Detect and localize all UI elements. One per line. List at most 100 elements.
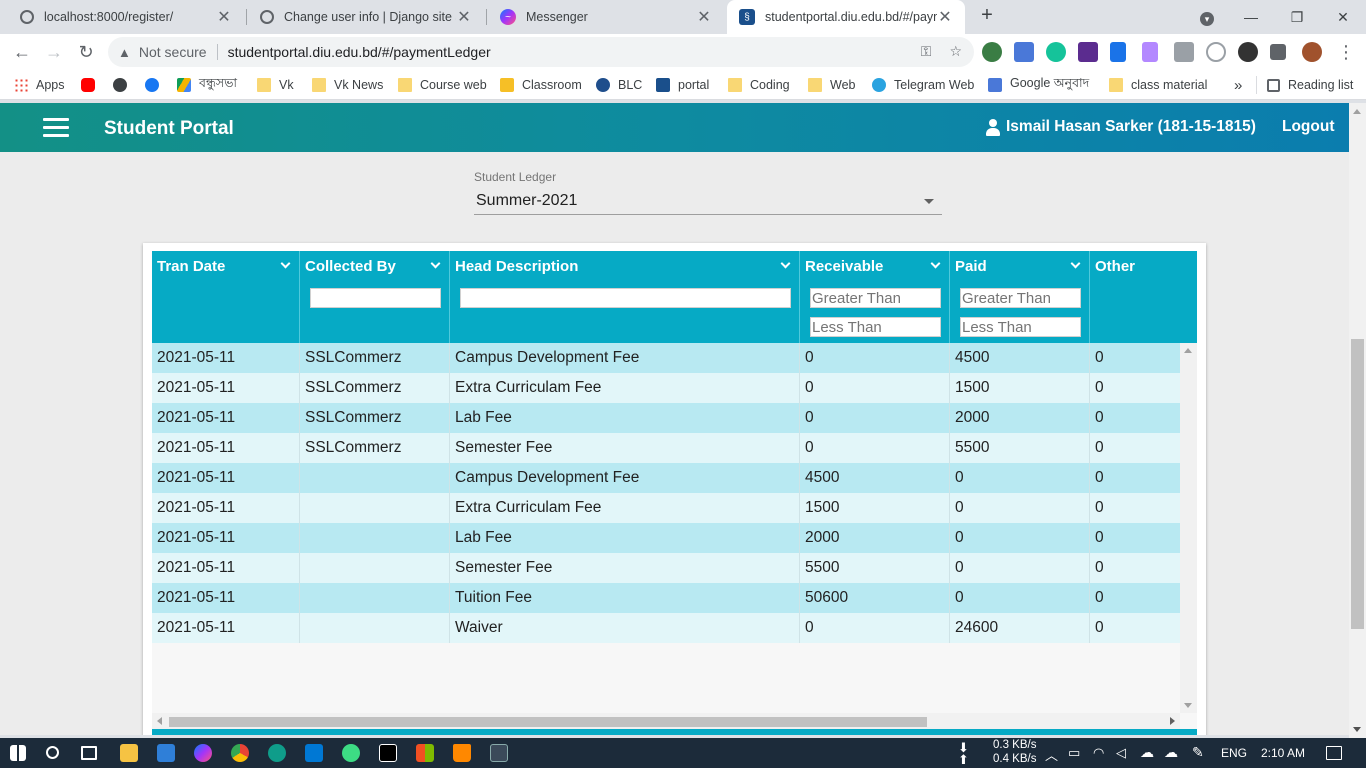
extension-dots-icon[interactable] (1238, 42, 1258, 62)
more-bookmarks-button[interactable]: » (1234, 76, 1242, 94)
close-icon[interactable]: ✕ (696, 7, 712, 27)
system-clock[interactable]: 2:10 AM (1261, 746, 1305, 760)
table-row[interactable]: 2021-05-11 SSLCommerz Semester Fee 0 550… (152, 433, 1180, 463)
security-status[interactable]: Not secure (139, 44, 207, 60)
bookmark-bondhushova[interactable]: বন্ধুসভা (177, 76, 237, 94)
app-brand[interactable]: Student Portal (104, 118, 234, 140)
close-icon[interactable]: ✕ (456, 7, 472, 27)
tab-search-icon[interactable]: ▾ (1184, 4, 1230, 30)
windows-start-icon[interactable] (10, 745, 26, 761)
column-header-paid[interactable]: Paid (950, 251, 1090, 343)
profile-avatar[interactable] (1302, 42, 1322, 62)
grammarly-icon[interactable] (1046, 42, 1066, 62)
page-vertical-scrollbar[interactable] (1349, 103, 1366, 738)
battery-icon[interactable]: ▭ (1068, 745, 1080, 761)
column-header-tran-date[interactable]: Tran Date (152, 251, 300, 343)
task-view-icon[interactable] (81, 746, 97, 760)
paid-greater-than-input[interactable] (960, 288, 1081, 308)
grid-horizontal-scrollbar[interactable] (152, 713, 1180, 729)
extension-v-icon[interactable] (1110, 42, 1126, 62)
receivable-greater-than-input[interactable] (810, 288, 941, 308)
reload-icon[interactable]: ↻ (74, 40, 98, 64)
bookmark-google-translate[interactable]: Google অনুবাদ (988, 76, 1089, 94)
bookmark-web[interactable]: Web (808, 76, 855, 94)
table-row[interactable]: 2021-05-11 Semester Fee 5500 0 0 (152, 553, 1180, 583)
scroll-right-icon[interactable] (1170, 717, 1175, 725)
close-icon[interactable]: ✕ (216, 7, 232, 27)
table-row[interactable]: 2021-05-11 Tuition Fee 50600 0 0 (152, 583, 1180, 613)
chrome-icon[interactable] (231, 744, 249, 762)
vlc-icon[interactable] (453, 744, 471, 762)
wifi-icon[interactable]: ◠ (1093, 745, 1104, 761)
tab-student-portal[interactable]: § studentportal.diu.edu.bd/#/paym ✕ (727, 0, 965, 34)
scroll-down-icon[interactable] (1184, 703, 1192, 708)
desktop-app-icon[interactable] (157, 744, 175, 762)
minimize-icon[interactable]: — (1228, 4, 1274, 30)
bookmark-globe[interactable] (113, 76, 135, 94)
pycharm-icon[interactable] (379, 744, 397, 762)
file-explorer-icon[interactable] (120, 744, 138, 762)
bookmark-portal[interactable]: portal (656, 76, 709, 94)
scrollbar-thumb[interactable] (169, 717, 927, 727)
warning-icon[interactable]: ▲ (118, 45, 131, 60)
extension-translate-icon[interactable] (1014, 42, 1034, 62)
url-text[interactable]: studentportal.diu.edu.bd/#/paymentLedger (228, 44, 491, 60)
input-language[interactable]: ENG (1221, 746, 1247, 760)
onedrive-icon[interactable]: ☁ (1164, 744, 1178, 761)
bookmark-vk[interactable]: Vk (257, 76, 294, 94)
grid-vertical-scrollbar[interactable] (1180, 343, 1197, 713)
bookmark-apps[interactable]: Apps (14, 76, 65, 94)
bookmark-class-material[interactable]: class material (1109, 76, 1207, 94)
extension-pen-icon[interactable] (1142, 42, 1158, 62)
hamburger-menu-icon[interactable] (43, 118, 69, 138)
edge-icon[interactable] (268, 744, 286, 762)
semester-select[interactable]: Summer-2021 (474, 189, 942, 215)
new-tab-button[interactable]: + (976, 5, 998, 27)
address-bar[interactable]: ▲ Not secure studentportal.diu.edu.bd/#/… (108, 37, 974, 67)
bookmark-facebook[interactable] (145, 76, 167, 94)
forward-icon[interactable]: → (42, 40, 66, 64)
menu-kebab-icon[interactable]: ⋮ (1334, 40, 1358, 64)
close-icon[interactable]: ✕ (937, 7, 953, 27)
office-icon[interactable] (416, 744, 434, 762)
bookmark-vk-news[interactable]: Vk News (312, 76, 383, 94)
column-menu-icon[interactable] (280, 258, 291, 269)
tab-messenger[interactable]: ~ Messenger ✕ (488, 0, 724, 34)
user-info[interactable]: Ismail Hasan Sarker (181-15-1815) (986, 118, 1256, 136)
table-row[interactable]: 2021-05-11 Campus Development Fee 4500 0… (152, 463, 1180, 493)
camera-icon[interactable] (1174, 42, 1194, 62)
column-menu-icon[interactable] (430, 258, 441, 269)
android-studio-icon[interactable] (342, 744, 360, 762)
collected-by-filter-input[interactable] (310, 288, 441, 308)
column-header-other[interactable]: Other (1090, 251, 1197, 343)
close-window-icon[interactable]: ✕ (1320, 4, 1366, 30)
bookmark-course-web[interactable]: Course web (398, 76, 487, 94)
receivable-less-than-input[interactable] (810, 317, 941, 337)
reading-list-button[interactable]: Reading list (1267, 76, 1353, 94)
table-row[interactable]: 2021-05-11 SSLCommerz Lab Fee 0 2000 0 (152, 403, 1180, 433)
scroll-left-icon[interactable] (157, 717, 162, 725)
head-description-filter-input[interactable] (460, 288, 791, 308)
pen-workspace-icon[interactable]: ✎ (1192, 744, 1204, 761)
table-row[interactable]: 2021-05-11 SSLCommerz Campus Development… (152, 343, 1180, 373)
extension-globe-icon[interactable] (982, 42, 1002, 62)
bookmark-youtube[interactable] (81, 76, 103, 94)
cloud-icon[interactable]: ☁ (1140, 744, 1154, 761)
column-header-collected-by[interactable]: Collected By (300, 251, 450, 343)
calculator-icon[interactable] (490, 744, 508, 762)
key-icon[interactable]: ⚿ (921, 43, 932, 60)
scroll-up-icon[interactable] (1184, 348, 1192, 353)
tab-register[interactable]: localhost:8000/register/ ✕ (8, 0, 244, 34)
vscode-icon[interactable] (305, 744, 323, 762)
restore-icon[interactable]: ❐ (1274, 4, 1320, 30)
tab-django-admin[interactable]: Change user info | Django site ac ✕ (248, 0, 484, 34)
back-icon[interactable]: ← (10, 40, 34, 64)
scroll-down-icon[interactable] (1353, 727, 1361, 732)
logout-button[interactable]: Logout (1282, 118, 1335, 136)
extension-graduation-icon[interactable] (1078, 42, 1098, 62)
extension-circle-icon[interactable] (1206, 42, 1226, 62)
scrollbar-thumb[interactable] (1351, 339, 1364, 629)
paid-less-than-input[interactable] (960, 317, 1081, 337)
scroll-up-icon[interactable] (1353, 109, 1361, 114)
column-menu-icon[interactable] (930, 258, 941, 269)
